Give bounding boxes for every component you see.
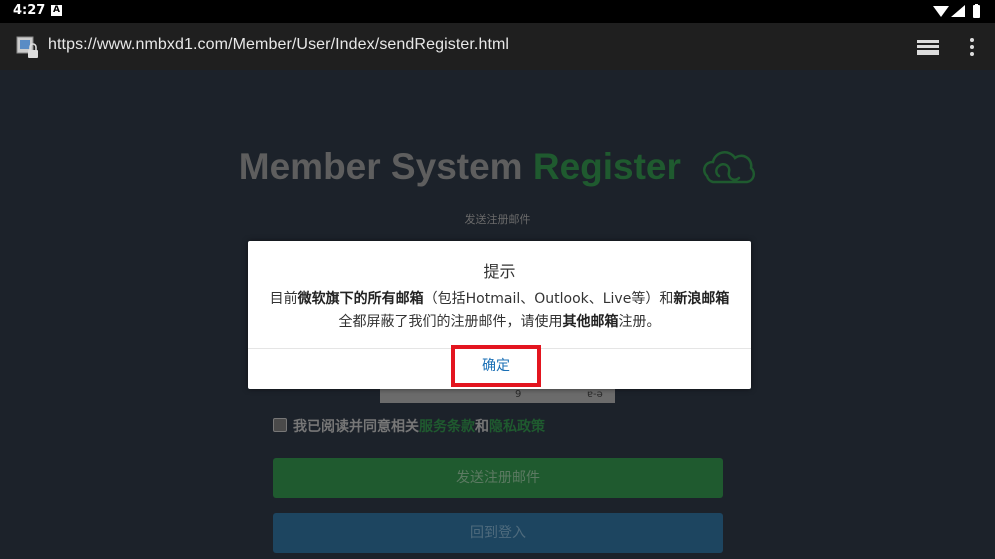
url-text[interactable]: https://www.nmbxd1.com/Member/User/Index… bbox=[48, 36, 509, 54]
signal-icon bbox=[951, 5, 965, 17]
dialog-line-2: 全都屏蔽了我们的注册邮件，请使用其他邮箱注册。 bbox=[248, 311, 751, 334]
battery-icon bbox=[973, 4, 980, 18]
dialog-text: 注册。 bbox=[618, 314, 661, 330]
notification-icon: A bbox=[51, 5, 62, 16]
cloud-icon bbox=[703, 151, 756, 184]
agree-terms-row: 我已阅读并同意相关服务条款和隐私政策 bbox=[273, 416, 545, 436]
dialog-bold-text: 微软旗下的所有邮箱 bbox=[297, 291, 424, 307]
privacy-link[interactable]: 隐私政策 bbox=[489, 419, 545, 435]
browser-toolbar: https://www.nmbxd1.com/Member/User/Index… bbox=[0, 23, 995, 70]
dialog-text: （包括Hotmail、Outlook、Live等）和 bbox=[423, 291, 674, 307]
dialog-text: 目前 bbox=[269, 291, 298, 307]
title-part1: Member System bbox=[238, 146, 523, 187]
terms-link[interactable]: 服务条款 bbox=[419, 419, 475, 435]
dialog-bold-text: 新浪邮箱 bbox=[673, 291, 730, 307]
title-part2: Register bbox=[532, 146, 681, 187]
status-time: 4:27 bbox=[13, 3, 46, 18]
agree-checkbox[interactable] bbox=[273, 418, 287, 432]
overflow-menu-icon[interactable] bbox=[964, 36, 980, 58]
dialog-text: 全都屏蔽了我们的注册邮件，请使用 bbox=[338, 314, 563, 330]
alert-dialog: 提示 目前微软旗下的所有邮箱（包括Hotmail、Outlook、Live等）和… bbox=[248, 241, 751, 389]
back-to-login-button[interactable]: 回到登入 bbox=[273, 513, 723, 553]
captcha-image[interactable]: 9 ɐ-ə bbox=[380, 388, 615, 403]
dialog-title: 提示 bbox=[483, 262, 516, 281]
dialog-line-1: 目前微软旗下的所有邮箱（包括Hotmail、Outlook、Live等）和新浪邮… bbox=[248, 288, 751, 311]
dialog-bold-text: 其他邮箱 bbox=[562, 314, 619, 330]
agree-prefix: 我已阅读并同意相关 bbox=[293, 419, 419, 435]
wifi-icon bbox=[933, 6, 949, 17]
status-icons bbox=[933, 4, 980, 18]
send-register-email-button[interactable]: 发送注册邮件 bbox=[273, 458, 723, 498]
site-security-icon[interactable] bbox=[16, 36, 40, 60]
agree-and: 和 bbox=[475, 419, 489, 435]
status-bar: 4:27 A bbox=[0, 0, 995, 23]
captcha-char: 9 bbox=[515, 389, 522, 400]
dialog-message: 目前微软旗下的所有邮箱（包括Hotmail、Outlook、Live等）和新浪邮… bbox=[248, 288, 751, 334]
page-title: Member System Register bbox=[0, 146, 995, 188]
page-subtitle: 发送注册邮件 bbox=[464, 213, 531, 226]
tabs-icon[interactable] bbox=[916, 37, 940, 57]
captcha-char: ɐ-ə bbox=[587, 389, 603, 400]
dialog-ok-button[interactable]: 确定 bbox=[451, 345, 541, 387]
